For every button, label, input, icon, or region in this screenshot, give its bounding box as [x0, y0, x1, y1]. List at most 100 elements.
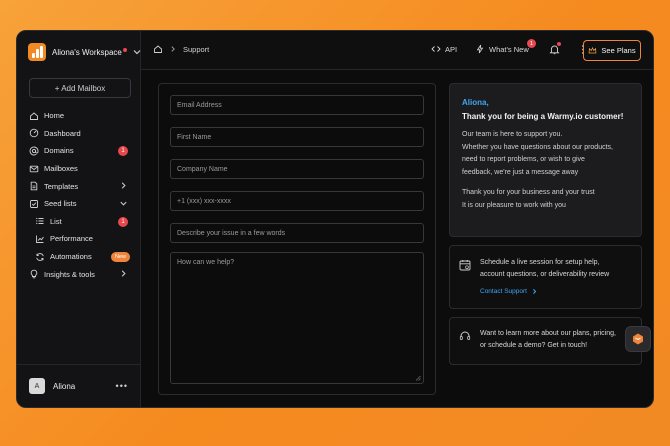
notifications-button[interactable]	[549, 42, 561, 55]
sidebar-item-home[interactable]: Home	[17, 107, 141, 125]
breadcrumb-current: Support	[183, 44, 210, 54]
chevron-right-icon	[171, 46, 175, 52]
sidebar-item-automations[interactable]: Automations New	[17, 248, 141, 266]
chevron-right-icon	[533, 289, 537, 294]
phone-field[interactable]: +1 (xxx) xxx-xxxx	[170, 191, 424, 211]
count-badge: 1	[527, 39, 536, 48]
resize-handle-icon[interactable]	[415, 375, 421, 381]
notification-dot	[122, 47, 127, 52]
closing-message: Thank you for your business and your tru…	[462, 187, 629, 212]
chevron-down-icon	[120, 201, 127, 206]
notification-dot	[557, 42, 561, 46]
sidebar: Aliona's Workspace + Add Mailbox Home Da…	[17, 31, 141, 407]
message-placeholder: How can we help?	[177, 259, 235, 266]
document-icon	[30, 181, 38, 191]
profile-name: Aliona	[53, 381, 76, 391]
sidebar-item-label: Seed lists	[44, 199, 77, 209]
schedule-text: Schedule a live session for setup help, …	[480, 257, 633, 281]
headset-icon	[459, 331, 471, 340]
see-plans-label: See Plans	[601, 46, 636, 55]
sidebar-item-templates[interactable]: Templates	[17, 177, 141, 195]
at-icon	[29, 146, 39, 156]
list-icon	[36, 218, 44, 225]
new-badge: New	[110, 251, 130, 262]
workspace-switcher[interactable]: Aliona's Workspace	[28, 41, 142, 63]
count-badge: 1	[118, 146, 128, 157]
text-line: Thank you for your business and your tru…	[462, 189, 595, 196]
sidebar-item-label: List	[50, 216, 62, 226]
crown-icon	[589, 46, 597, 54]
code-icon	[431, 46, 441, 52]
message-textarea[interactable]: How can we help?	[170, 252, 424, 384]
chevron-right-icon	[121, 182, 126, 189]
text-line: Want to learn more about our plans, pric…	[480, 330, 616, 337]
more-options-icon[interactable]: •••	[116, 381, 128, 391]
sidebar-item-label: Home	[44, 111, 65, 121]
add-mailbox-button[interactable]: + Add Mailbox	[29, 78, 131, 98]
lightbulb-icon	[30, 269, 38, 279]
sidebar-nav: Home Dashboard Domains 1 Mailboxes Templ…	[17, 107, 141, 283]
text-line: or schedule a demo? Get in touch!	[480, 342, 588, 349]
top-bar: Support API What's New 1 See Plans	[141, 31, 653, 70]
sidebar-item-seed-lists[interactable]: Seed lists	[17, 195, 141, 213]
whats-new-label: What's New	[489, 44, 529, 54]
home-icon	[30, 112, 38, 120]
sidebar-item-label: Automations	[50, 252, 92, 262]
issue-summary-field[interactable]: Describe your issue in a few words	[170, 223, 424, 243]
see-plans-button[interactable]: See Plans	[583, 40, 641, 61]
sidebar-item-mailboxes[interactable]: Mailboxes	[17, 160, 141, 178]
sidebar-item-label: Domains	[44, 146, 74, 156]
chevron-right-icon	[121, 270, 126, 277]
thank-you-card: Aliona, Thank you for being a Warmy.io c…	[449, 83, 642, 237]
sidebar-item-label: Dashboard	[44, 128, 81, 138]
thank-you-heading: Thank you for being a Warmy.io customer!	[462, 112, 624, 121]
company-name-field[interactable]: Company Name	[170, 159, 424, 179]
text-line: feedback, we're just a message away	[462, 168, 579, 176]
support-message: Our team is here to support you. Whether…	[462, 129, 629, 179]
api-link[interactable]: API	[431, 44, 457, 54]
api-label: API	[445, 44, 458, 54]
sidebar-item-label: Mailboxes	[44, 164, 78, 174]
chart-icon	[36, 235, 44, 243]
assistant-widget-button[interactable]	[625, 326, 651, 352]
demo-text: Want to learn more about our plans, pric…	[480, 328, 633, 352]
workspace-name: Aliona's Workspace	[52, 47, 127, 57]
text-line: Schedule a live session for setup help,	[480, 259, 600, 266]
sidebar-item-label: Templates	[44, 181, 79, 191]
first-name-field[interactable]: First Name	[170, 127, 424, 147]
email-field[interactable]: Email Address	[170, 95, 424, 115]
sidebar-item-list[interactable]: List 1	[17, 213, 141, 231]
text-line: Our team is here to support you.	[462, 131, 563, 138]
contact-support-link[interactable]: Contact Support	[480, 288, 538, 295]
calendar-icon	[459, 260, 471, 271]
sidebar-item-insights-tools[interactable]: Insights & tools	[17, 265, 141, 283]
app-window: Aliona's Workspace + Add Mailbox Home Da…	[16, 30, 654, 408]
dashboard-icon	[29, 129, 39, 138]
warmy-widget-icon	[633, 333, 643, 345]
text-line: Whether you have questions about our pro…	[462, 143, 613, 151]
seed-list-icon	[30, 199, 38, 208]
text-line: account questions, or deliverability rev…	[480, 271, 610, 278]
sidebar-item-label: Insights & tools	[44, 269, 95, 279]
count-badge: 1	[118, 216, 128, 227]
schedule-session-card: Schedule a live session for setup help, …	[449, 245, 642, 309]
breadcrumb: Support	[153, 44, 209, 54]
text-line: It is our pleasure to work with you	[462, 201, 566, 209]
user-profile[interactable]: A Aliona •••	[17, 364, 141, 407]
mail-icon	[29, 165, 39, 172]
avatar: A	[29, 378, 45, 394]
text-line: need to report problems, or wish to give	[462, 156, 585, 163]
warmy-logo-icon	[28, 43, 46, 61]
sidebar-item-dashboard[interactable]: Dashboard	[17, 125, 141, 143]
lightning-icon	[476, 44, 484, 54]
sidebar-item-domains[interactable]: Domains 1	[17, 142, 141, 160]
sidebar-item-label: Performance	[50, 234, 93, 244]
refresh-icon	[36, 252, 44, 261]
home-icon[interactable]	[153, 44, 163, 54]
greeting: Aliona,	[462, 98, 489, 107]
sidebar-item-performance[interactable]: Performance	[17, 230, 141, 248]
support-form: Email Address First Name Company Name +1…	[158, 83, 436, 395]
demo-card: Want to learn more about our plans, pric…	[449, 317, 642, 365]
whats-new-link[interactable]: What's New 1	[475, 39, 536, 54]
contact-support-label: Contact Support	[480, 288, 527, 295]
